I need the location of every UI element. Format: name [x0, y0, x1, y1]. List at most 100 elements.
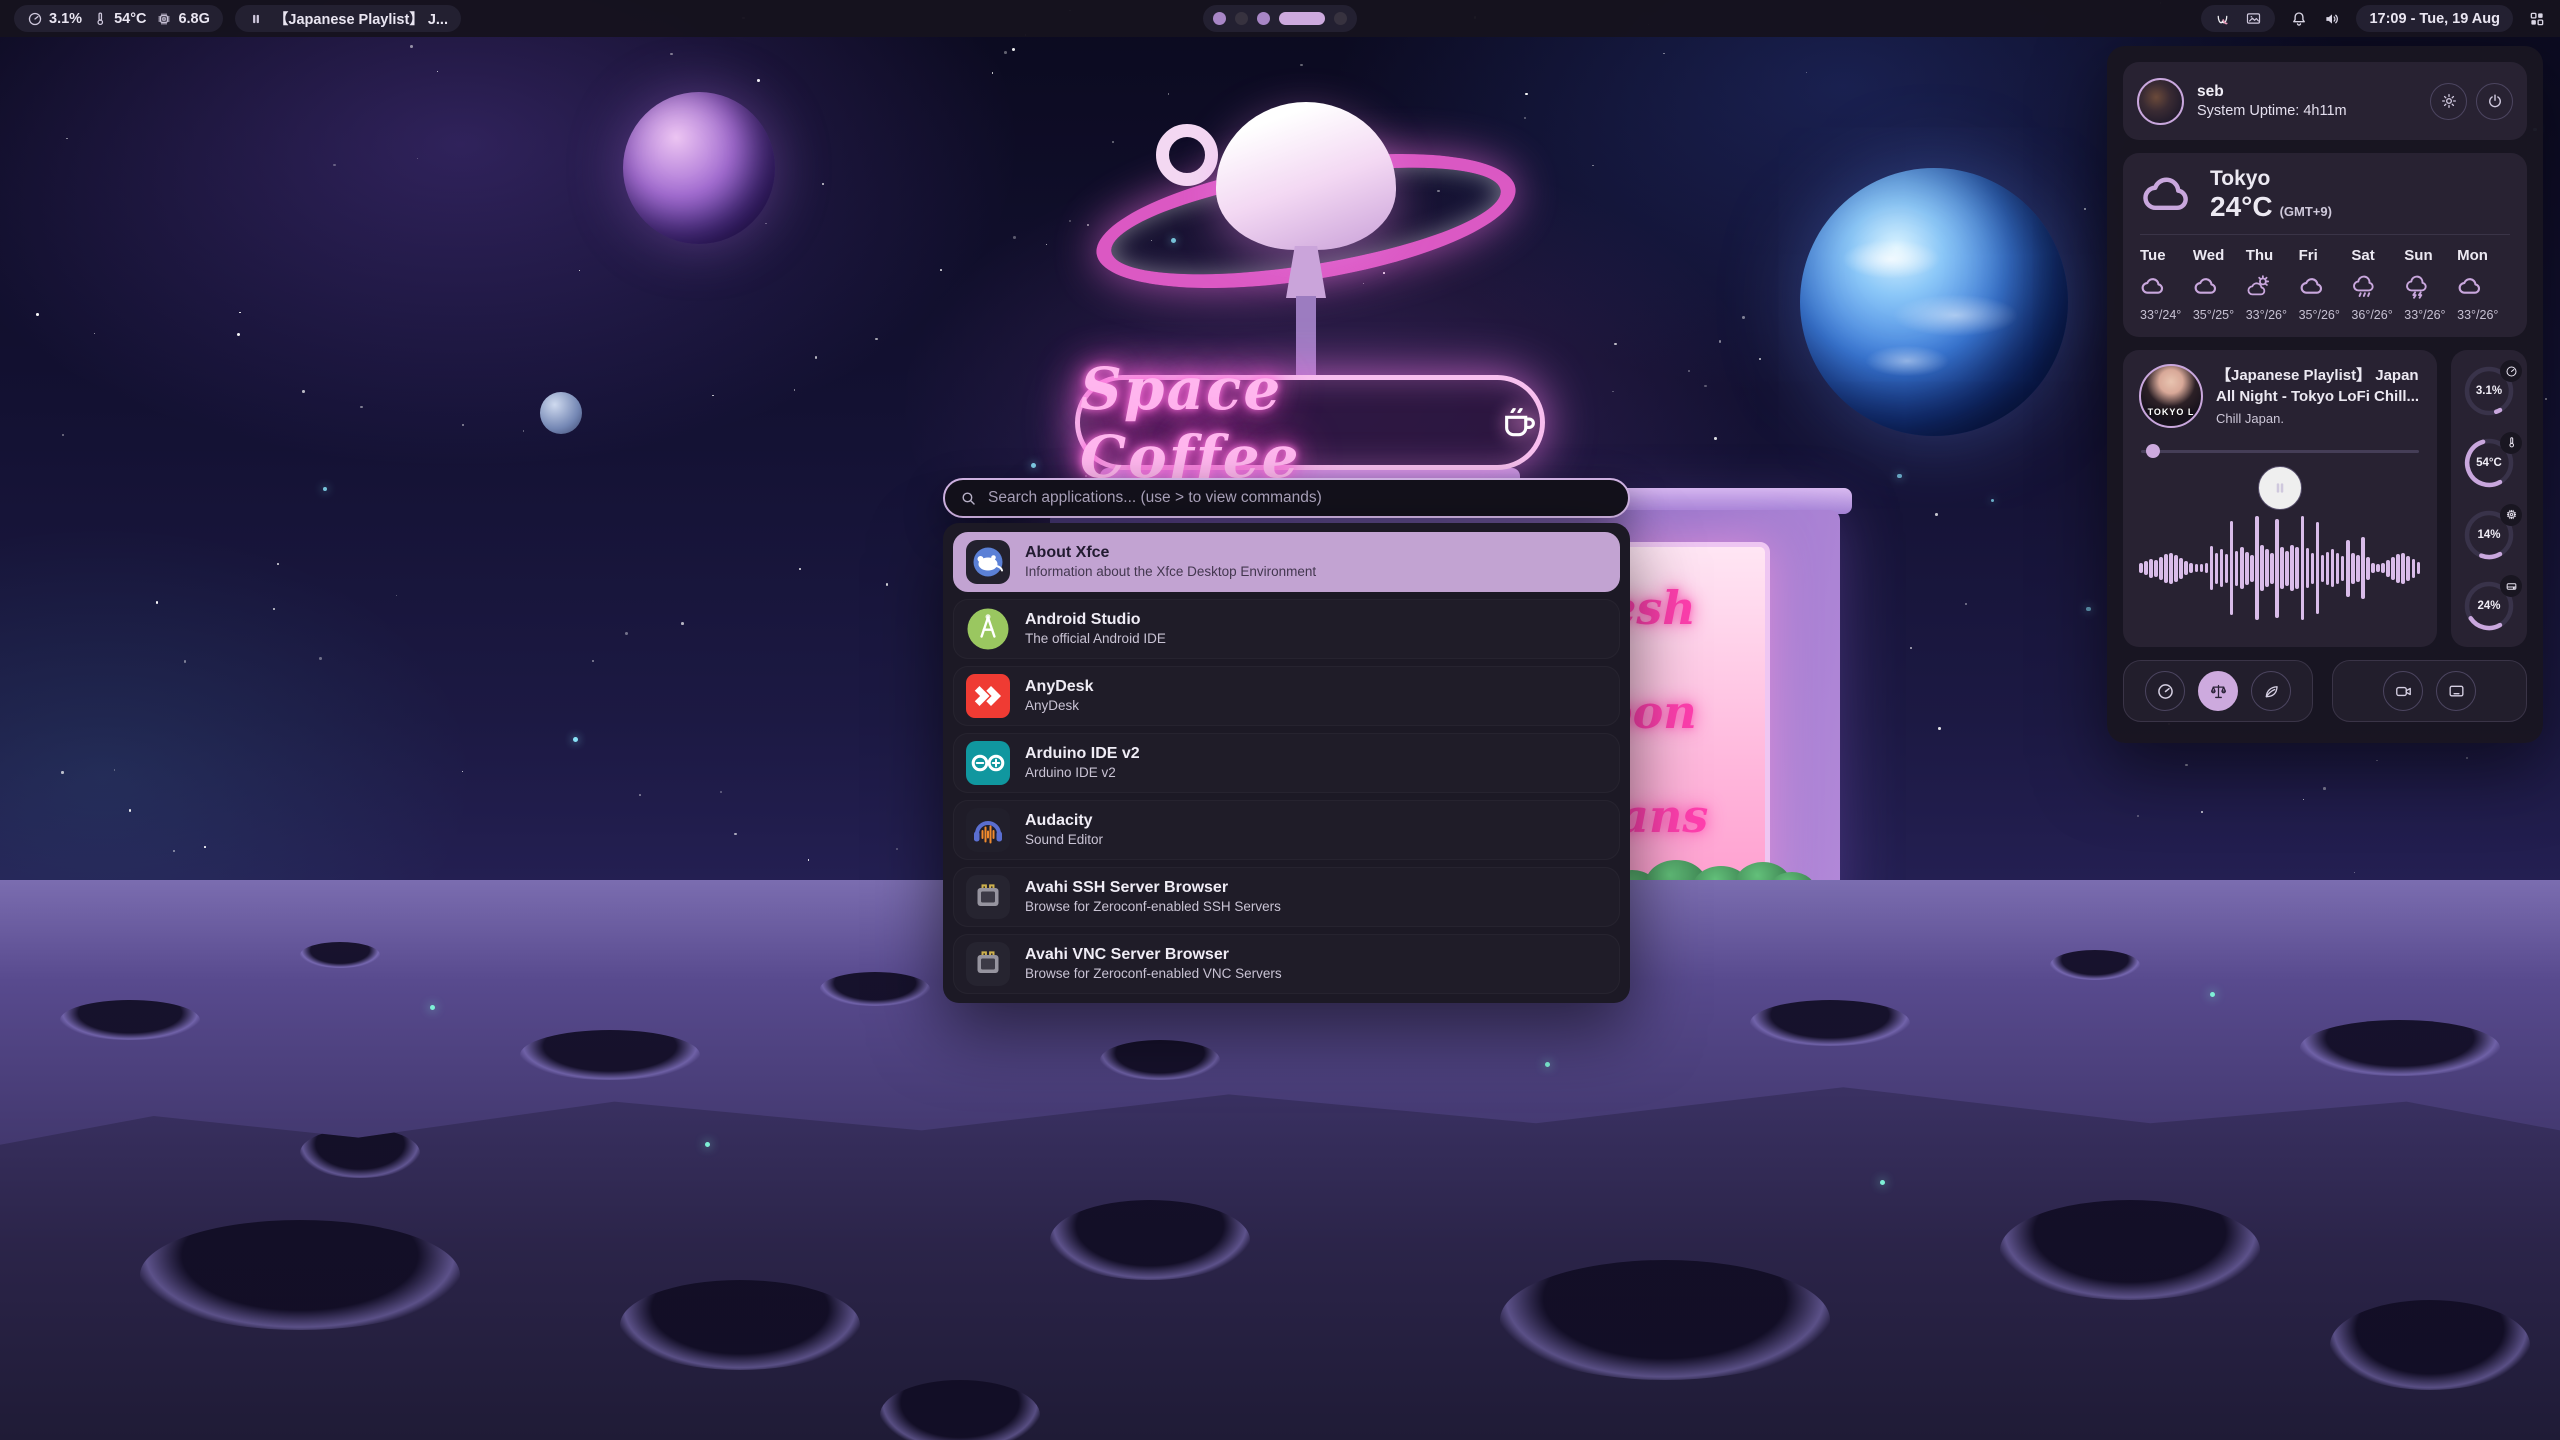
app-row[interactable]: About XfceInformation about the Xfce Des… — [953, 532, 1620, 592]
workspace-dot-2[interactable] — [1235, 12, 1248, 25]
media-player-widget: TOKYO L 【Japanese Playlist】 Japan All Ni… — [2123, 350, 2437, 647]
visualizer-bar — [2215, 553, 2219, 584]
search-input[interactable] — [988, 489, 1613, 507]
clock-widget[interactable]: 17:09 - Tue, 19 Aug — [2356, 5, 2513, 32]
visualizer-bar — [2366, 557, 2370, 580]
system-stats-widget[interactable]: 3.1%54°C6.8G — [14, 5, 223, 32]
star — [277, 563, 279, 565]
speaker-icon[interactable] — [2323, 10, 2341, 28]
profile-power-saver-button[interactable] — [2251, 671, 2291, 711]
app-row[interactable]: Android StudioThe official Android IDE — [953, 599, 1620, 659]
star — [396, 595, 397, 596]
forecast-day-label: Sat — [2351, 247, 2404, 264]
power-button[interactable] — [2476, 83, 2513, 120]
visualizer-bar — [2235, 551, 2239, 586]
star — [319, 657, 322, 660]
visualizer-bar — [2417, 562, 2421, 574]
workspace-dot-5[interactable] — [1334, 12, 1347, 25]
star — [204, 846, 206, 848]
crater — [520, 1030, 700, 1080]
weather-city: Tokyo — [2210, 166, 2332, 191]
star — [815, 356, 818, 359]
seek-bar[interactable] — [2139, 444, 2421, 458]
star — [333, 164, 335, 166]
app-row[interactable]: AnyDeskAnyDesk — [953, 666, 1620, 726]
visualizer-bar — [2285, 551, 2289, 586]
audacity-app-icon — [965, 807, 1011, 853]
display-settings-button[interactable] — [2436, 671, 2476, 711]
cloud-rain-icon — [2351, 273, 2378, 300]
forecast-day-label: Thu — [2246, 247, 2299, 264]
album-art[interactable]: TOKYO L — [2139, 364, 2203, 428]
app-launcher: About XfceInformation about the Xfce Des… — [943, 478, 1630, 1003]
visualizer-bar — [2200, 564, 2204, 572]
star — [592, 660, 594, 662]
workspace-dot-4-active[interactable] — [1279, 12, 1325, 25]
forecast-temps: 36°/26° — [2351, 308, 2404, 322]
visualizer-bar — [2195, 564, 2199, 572]
cloud-icon — [2299, 273, 2326, 300]
app-description: Browse for Zeroconf-enabled VNC Servers — [1025, 966, 1282, 983]
star — [992, 72, 994, 74]
visualizer-bar — [2205, 563, 2209, 573]
user-name: seb — [2197, 83, 2347, 101]
visualizer-bar — [2159, 557, 2163, 580]
app-description: The official Android IDE — [1025, 631, 1166, 648]
workspace-switcher[interactable] — [1203, 5, 1357, 32]
screen-record-button[interactable] — [2383, 671, 2423, 711]
star — [794, 389, 796, 391]
star — [670, 53, 673, 56]
visualizer-bar — [2346, 540, 2350, 597]
app-text: Avahi VNC Server BrowserBrowse for Zeroc… — [1025, 945, 1282, 984]
app-row[interactable]: Avahi VNC Server BrowserBrowse for Zeroc… — [953, 934, 1620, 994]
cloud-icon — [2457, 273, 2484, 300]
workspace-dot-1[interactable] — [1213, 12, 1226, 25]
bell-icon[interactable] — [2290, 10, 2308, 28]
topbar-right: 17:09 - Tue, 19 Aug — [2201, 5, 2546, 32]
control-panel: seb System Uptime: 4h11m Tokyo 24°C (GMT… — [2107, 46, 2543, 743]
search-bar[interactable] — [943, 478, 1630, 518]
purple-planet — [623, 92, 775, 244]
album-art-caption: TOKYO L — [2141, 407, 2201, 417]
settings-button[interactable] — [2430, 83, 2467, 120]
workspace-dot-3[interactable] — [1257, 12, 1270, 25]
visualizer-bar — [2301, 516, 2305, 620]
chip-icon — [156, 11, 172, 27]
tray-widget[interactable] — [2201, 5, 2275, 32]
app-row[interactable]: Avahi SSH Server BrowserBrowse for Zeroc… — [953, 867, 1620, 927]
seek-handle[interactable] — [2146, 444, 2160, 458]
forecast-day-label: Sun — [2404, 247, 2457, 264]
pause-button[interactable] — [2258, 466, 2302, 510]
visualizer-bar — [2331, 549, 2335, 586]
visualizer-bar — [2406, 556, 2410, 581]
seek-track — [2141, 450, 2419, 453]
anydesk-app-icon — [965, 673, 1011, 719]
star — [886, 583, 889, 586]
app-grid-icon[interactable] — [2528, 10, 2546, 28]
profile-balanced-button[interactable] — [2198, 671, 2238, 711]
avatar[interactable] — [2137, 78, 2184, 125]
wallpaper-icon[interactable] — [2245, 10, 2262, 27]
app-row[interactable]: AudacitySound Editor — [953, 800, 1620, 860]
star — [799, 568, 801, 570]
profile-performance-button[interactable] — [2145, 671, 2185, 711]
app-description: Browse for Zeroconf-enabled SSH Servers — [1025, 899, 1281, 916]
forecast-day: Sat 36°/26° — [2351, 247, 2404, 322]
star — [2137, 815, 2140, 818]
visualizer-bar — [2351, 553, 2355, 584]
app-list: About XfceInformation about the Xfce Des… — [943, 523, 1630, 1003]
gauge-thermometer: 54°C — [2462, 436, 2516, 490]
system-gauges: 3.1%54°C14%24% — [2451, 350, 2527, 647]
sparkle — [430, 1005, 435, 1010]
visualizer-bar — [2295, 547, 2299, 589]
music-label: 【Japanese Playlist】 J... — [274, 8, 448, 29]
tray-app-icon[interactable] — [2214, 10, 2231, 27]
app-row[interactable]: Arduino IDE v2Arduino IDE v2 — [953, 733, 1620, 793]
crater — [2000, 1200, 2260, 1300]
star — [765, 223, 767, 225]
topbar-music-widget[interactable]: 【Japanese Playlist】 J... — [235, 5, 461, 32]
star — [875, 338, 877, 340]
star — [822, 183, 824, 185]
power-icon — [2486, 92, 2504, 110]
visualizer-bar — [2356, 555, 2360, 582]
